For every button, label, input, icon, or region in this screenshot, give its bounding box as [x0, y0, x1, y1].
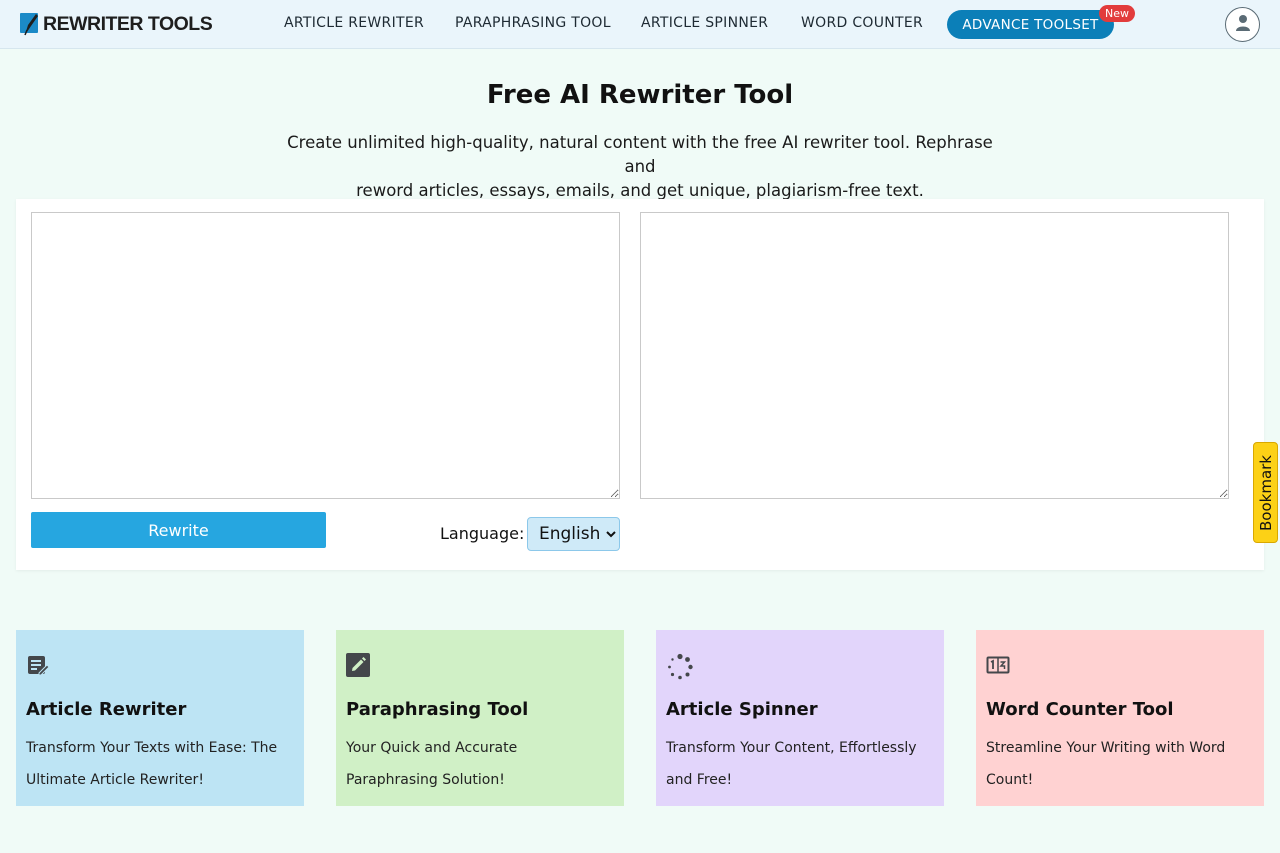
logo-quill-icon [19, 11, 41, 37]
nav-paraphrasing-tool[interactable]: PARAPHRASING TOOL [455, 15, 611, 31]
card-desc-line-1: Transform Your Content, Effortlessly [666, 740, 917, 756]
output-text-area[interactable] [640, 212, 1229, 499]
advance-toolset-label: ADVANCE TOOLSET [962, 16, 1099, 33]
card-desc-line-1: Your Quick and Accurate [346, 740, 518, 756]
nav-article-rewriter[interactable]: ARTICLE REWRITER [284, 15, 424, 31]
card-paraphrasing-tool[interactable]: Paraphrasing Tool Your Quick and Accurat… [336, 630, 624, 806]
language-label: Language: [440, 524, 525, 543]
card-title: Paraphrasing Tool [346, 699, 529, 720]
nav-word-counter[interactable]: WORD COUNTER [801, 15, 923, 31]
new-badge: New [1099, 5, 1135, 22]
bookmark-label: Bookmark [1256, 454, 1275, 531]
card-description: Streamline Your Writing with Word Count! [986, 732, 1256, 796]
card-desc-line-2: Count! [986, 772, 1034, 788]
user-icon [1235, 14, 1251, 36]
language-select[interactable]: English [527, 517, 620, 551]
counter-icon [986, 653, 1010, 677]
bookmark-tab[interactable]: Bookmark [1253, 442, 1278, 543]
card-article-rewriter[interactable]: Article Rewriter Transform Your Texts wi… [16, 630, 304, 806]
page-description: Create unlimited high-quality, natural c… [280, 131, 1000, 203]
user-account-button[interactable] [1225, 7, 1260, 42]
rewriter-panel: Rewrite Language: English [16, 199, 1264, 570]
card-desc-line-2: Paraphrasing Solution! [346, 772, 505, 788]
card-title: Article Spinner [666, 699, 818, 720]
card-desc-line-1: Transform Your Texts with Ease: The [26, 740, 278, 756]
card-title: Word Counter Tool [986, 699, 1174, 720]
input-text-area[interactable] [31, 212, 620, 499]
description-line-2: reword articles, essays, emails, and get… [356, 181, 924, 200]
description-line-1: Create unlimited high-quality, natural c… [287, 133, 993, 176]
advance-toolset-button[interactable]: ADVANCE TOOLSET [947, 10, 1114, 39]
nav-article-spinner[interactable]: ARTICLE SPINNER [641, 15, 768, 31]
rewrite-icon [26, 653, 50, 677]
card-desc-line-1: Streamline Your Writing with Word [986, 740, 1226, 756]
card-description: Your Quick and Accurate Paraphrasing Sol… [346, 732, 616, 796]
edit-icon [346, 653, 370, 677]
card-description: Transform Your Content, Effortlessly and… [666, 732, 936, 796]
spinner-icon [666, 653, 693, 680]
card-desc-line-2: Ultimate Article Rewriter! [26, 772, 204, 788]
card-description: Transform Your Texts with Ease: The Ulti… [26, 732, 296, 796]
logo-text: REWRITER TOOLS [43, 13, 213, 35]
card-word-counter[interactable]: Word Counter Tool Streamline Your Writin… [976, 630, 1264, 806]
card-title: Article Rewriter [26, 699, 187, 720]
site-logo[interactable]: REWRITER TOOLS [19, 11, 213, 37]
rewrite-button[interactable]: Rewrite [31, 512, 326, 548]
top-navbar: REWRITER TOOLS ARTICLE REWRITER PARAPHRA… [0, 0, 1280, 49]
card-desc-line-2: and Free! [666, 772, 733, 788]
card-article-spinner[interactable]: Article Spinner Transform Your Content, … [656, 630, 944, 806]
page-title: Free AI Rewriter Tool [486, 80, 794, 110]
